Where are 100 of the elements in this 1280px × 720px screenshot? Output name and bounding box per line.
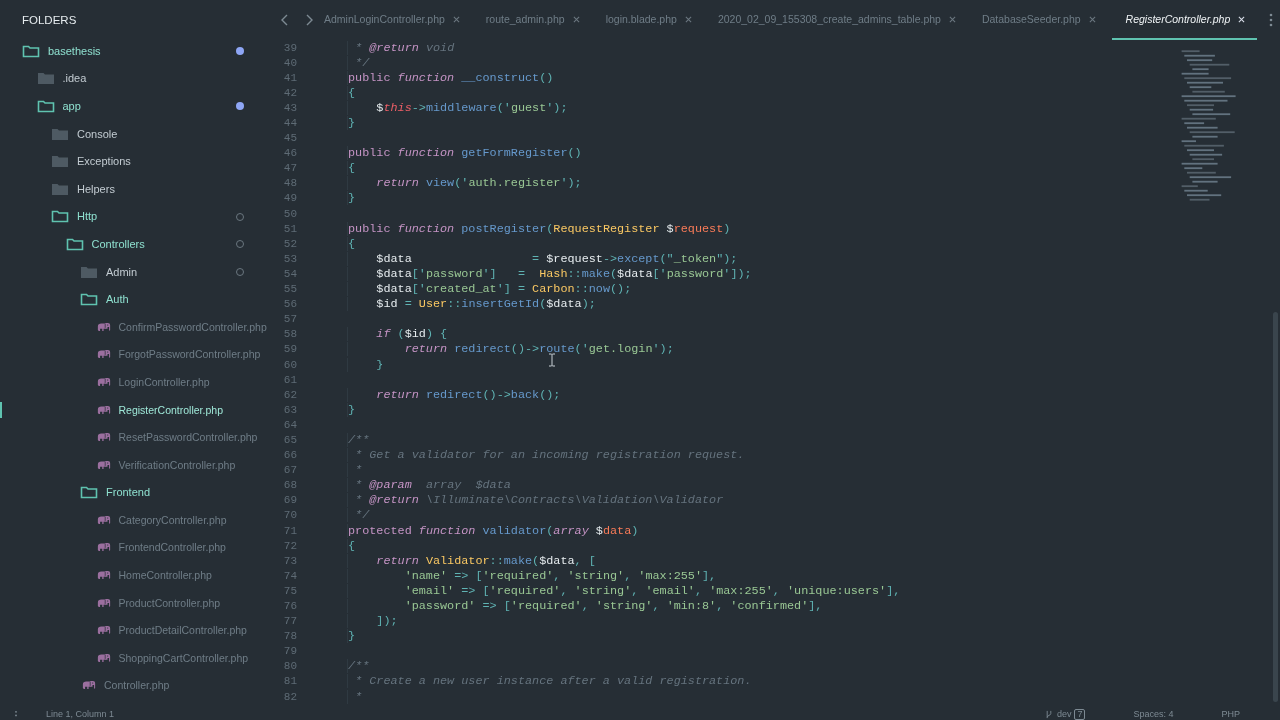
file-tab[interactable]: route_admin.php (475, 0, 590, 40)
code-line: /** (347, 659, 370, 674)
line-number: 77 (282, 615, 297, 628)
code-line: * Get a validator for an incoming registration request. (347, 448, 745, 463)
file-tab[interactable]: RegisterController.php (1111, 0, 1258, 40)
folder-name[interactable]: .idea (62, 72, 87, 85)
line-number: 71 (282, 524, 297, 537)
code-line: { (347, 538, 356, 553)
code-line: 'name' => ['required', 'string', 'max:255'], (347, 568, 717, 583)
line-number: 67 (282, 464, 297, 477)
line-number: 80 (282, 660, 297, 673)
line-number: 51 (282, 222, 297, 235)
line-number: 69 (282, 494, 297, 507)
file-name[interactable]: Controller.php (104, 679, 170, 692)
line-number: 56 (282, 298, 297, 311)
folder-name[interactable]: Controllers (91, 237, 145, 250)
line-number: 79 (282, 645, 297, 658)
file-name[interactable]: ShoppingCartController.php (118, 651, 249, 664)
code-line: * @return \Illuminate\Contracts\Validation\Validator (347, 493, 724, 508)
line-number: 65 (282, 434, 297, 446)
line-number: 62 (282, 388, 297, 401)
line-number: 73 (282, 554, 297, 567)
file-name[interactable]: ProductController.php (118, 596, 221, 609)
line-number: 47 (282, 162, 297, 175)
folder-name[interactable]: Helpers (77, 182, 115, 195)
file-tab[interactable]: AdminLoginController.php (314, 0, 470, 40)
file-tab[interactable]: DatabaseSeeder.php (971, 0, 1106, 40)
code-line: * (347, 689, 363, 704)
line-number: 42 (282, 86, 297, 99)
line-number: 58 (282, 328, 297, 341)
line-number: 52 (282, 237, 297, 250)
line-number: 49 (282, 192, 297, 205)
line-number: 57 (282, 313, 297, 326)
file-name[interactable]: ForgotPasswordController.php (118, 348, 261, 361)
code-line: */ (347, 55, 370, 70)
code-line: { (347, 236, 356, 251)
line-number: 39 (282, 41, 297, 54)
file-name[interactable]: HomeController.php (118, 569, 212, 582)
folder-name[interactable]: Frontend (106, 486, 151, 499)
file-name[interactable]: VerificationController.php (118, 458, 236, 471)
line-number: 43 (282, 101, 297, 114)
branch-name[interactable]: dev (1056, 709, 1072, 719)
folder-name[interactable]: Console (77, 127, 118, 140)
line-number: 50 (282, 207, 297, 220)
code-line: $data['password'] = Hash::make($data['password']); (347, 266, 752, 281)
code-line: public function getFormRegister() (347, 146, 582, 161)
line-number: 68 (282, 479, 297, 492)
line-number: 60 (282, 358, 297, 371)
code-line: return redirect()->route('get.login'); (347, 342, 674, 357)
folder-name[interactable]: basethesis (48, 44, 101, 57)
folder-name[interactable]: app (62, 100, 81, 112)
indentation-setting[interactable]: Spaces: 4 (1133, 709, 1174, 719)
code-line: * @param array $data (347, 478, 511, 493)
code-line: } (347, 402, 356, 417)
code-line: * Create a new user instance after a valid registration. (347, 674, 752, 689)
code-line: $data = $request->except("_token"); (347, 251, 738, 266)
code-line: public function __construct() (347, 70, 554, 85)
cursor-position: Line 1, Column 1 (46, 709, 115, 719)
folder-name[interactable]: Http (77, 210, 98, 223)
code-line: ]); (347, 614, 398, 629)
folder-name[interactable]: Admin (106, 265, 138, 278)
line-number: 63 (282, 403, 297, 416)
folder-name[interactable]: Auth (106, 293, 129, 306)
code-line: { (347, 161, 356, 176)
line-number: 72 (282, 539, 297, 552)
file-tab[interactable]: login.blade.php (595, 0, 702, 40)
line-number: 70 (282, 509, 297, 522)
file-name[interactable]: LoginController.php (118, 375, 210, 388)
code-line: { (347, 85, 356, 100)
line-number: 76 (282, 600, 297, 612)
line-number: 82 (282, 690, 297, 703)
line-number: 74 (282, 569, 297, 582)
line-number: 61 (282, 373, 297, 386)
file-name[interactable]: ProductDetailController.php (118, 624, 247, 637)
code-line: 'email' => ['required', 'string', 'email', 'max:255', 'unique:users'], (347, 583, 901, 598)
line-number: 41 (282, 71, 297, 84)
code-line: return Validator::make($data, [ (347, 553, 596, 568)
file-name[interactable]: FrontendController.php (118, 541, 226, 554)
file-name[interactable]: ResetPasswordController.php (118, 431, 258, 444)
line-number: 78 (282, 630, 297, 643)
line-number: 81 (282, 675, 297, 688)
file-name[interactable]: CategoryController.php (118, 513, 227, 526)
folder-name[interactable]: Exceptions (77, 155, 131, 168)
code-line: } (347, 191, 356, 206)
file-name[interactable]: ConfirmPasswordController.php (118, 320, 267, 333)
line-number: 55 (282, 283, 297, 296)
line-number: 64 (282, 418, 297, 431)
code-line: } (347, 116, 356, 130)
code-line: * @return void (347, 40, 455, 55)
file-name[interactable]: RegisterController.php (118, 403, 223, 416)
line-number: 48 (282, 177, 297, 190)
line-number: 54 (282, 267, 297, 280)
changes-count: 7 (1074, 708, 1086, 720)
code-line: } (347, 629, 356, 644)
code-line: return view('auth.register'); (347, 176, 582, 191)
sidebar-title: FOLDERS (21, 14, 78, 28)
syntax-mode[interactable]: PHP (1221, 709, 1240, 719)
code-line: $this->middleware('guest'); (347, 100, 568, 115)
file-tab[interactable]: 2020_02_09_155308_create_admins_table.php (707, 0, 966, 40)
code-line: protected function validator(array $data) (347, 523, 639, 538)
